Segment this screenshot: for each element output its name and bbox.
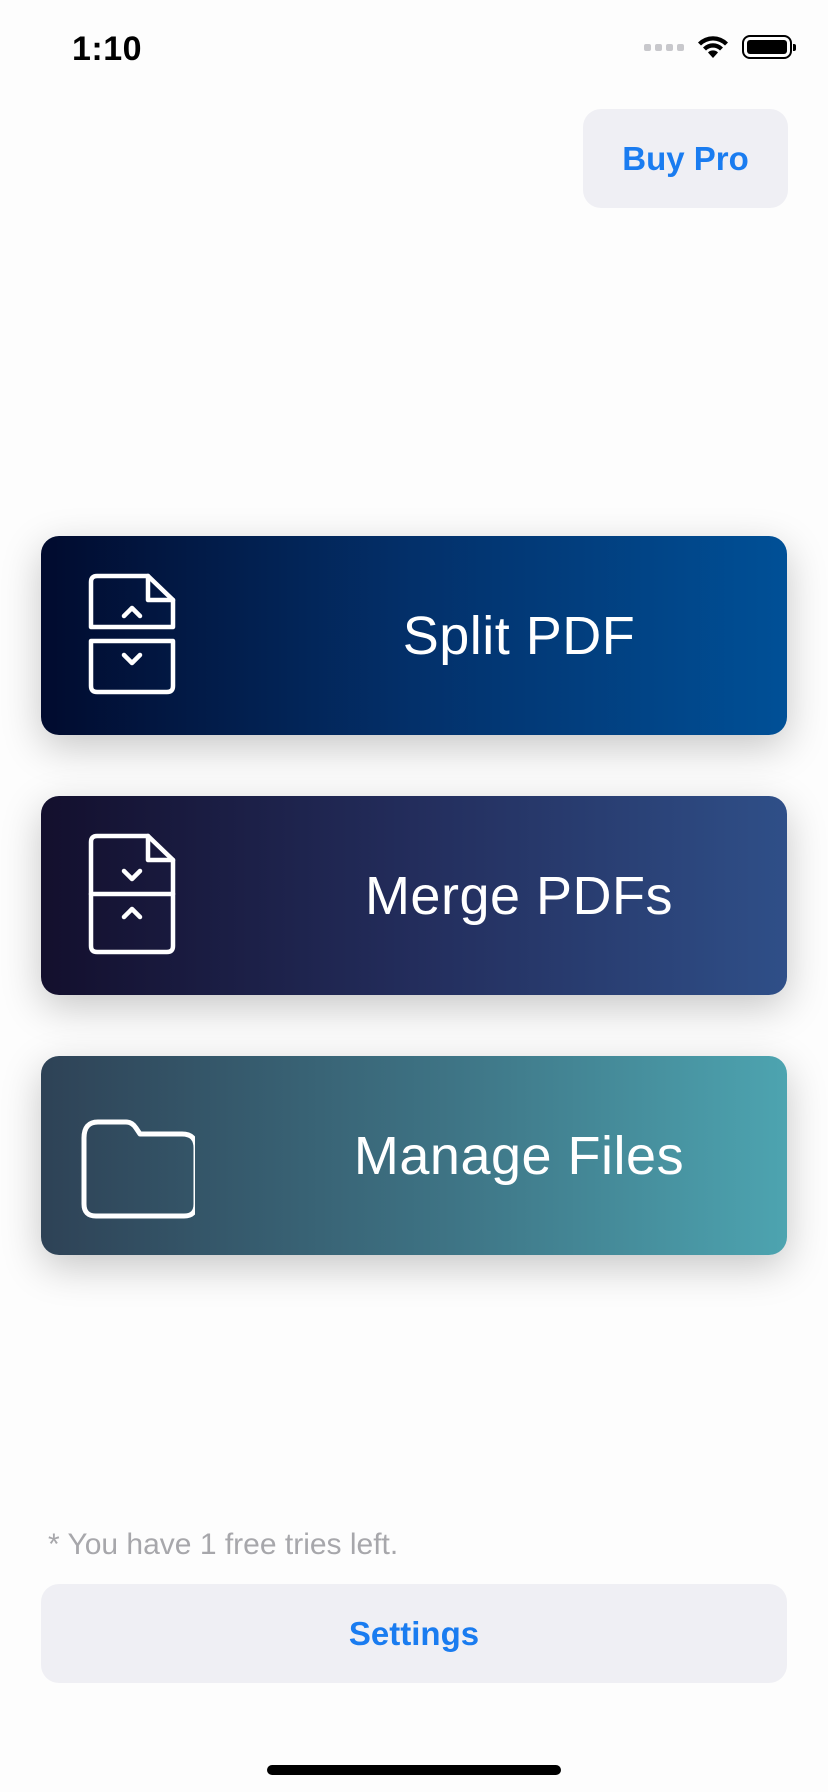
free-tries-note: * You have 1 free tries left. — [48, 1528, 399, 1561]
merge-pdf-icon — [88, 833, 176, 955]
battery-icon — [742, 35, 796, 59]
status-icons — [644, 34, 796, 60]
merge-pdfs-button[interactable]: Merge PDFs — [41, 796, 787, 995]
signal-icon — [644, 43, 684, 51]
split-pdf-label: Split PDF — [402, 605, 636, 666]
settings-button[interactable]: Settings — [41, 1584, 787, 1683]
split-pdf-button[interactable]: Split PDF — [41, 536, 787, 735]
manage-files-button[interactable]: Manage Files — [41, 1056, 787, 1255]
split-pdf-icon — [88, 573, 176, 695]
home-indicator[interactable] — [267, 1765, 561, 1775]
status-bar: 1:10 — [0, 0, 828, 100]
status-time: 1:10 — [72, 30, 143, 68]
merge-pdfs-label: Merge PDFs — [364, 865, 674, 926]
wifi-icon — [698, 36, 728, 58]
folder-icon — [81, 1119, 195, 1219]
buy-pro-button[interactable]: Buy Pro — [583, 109, 788, 208]
manage-files-label: Manage Files — [353, 1125, 685, 1186]
